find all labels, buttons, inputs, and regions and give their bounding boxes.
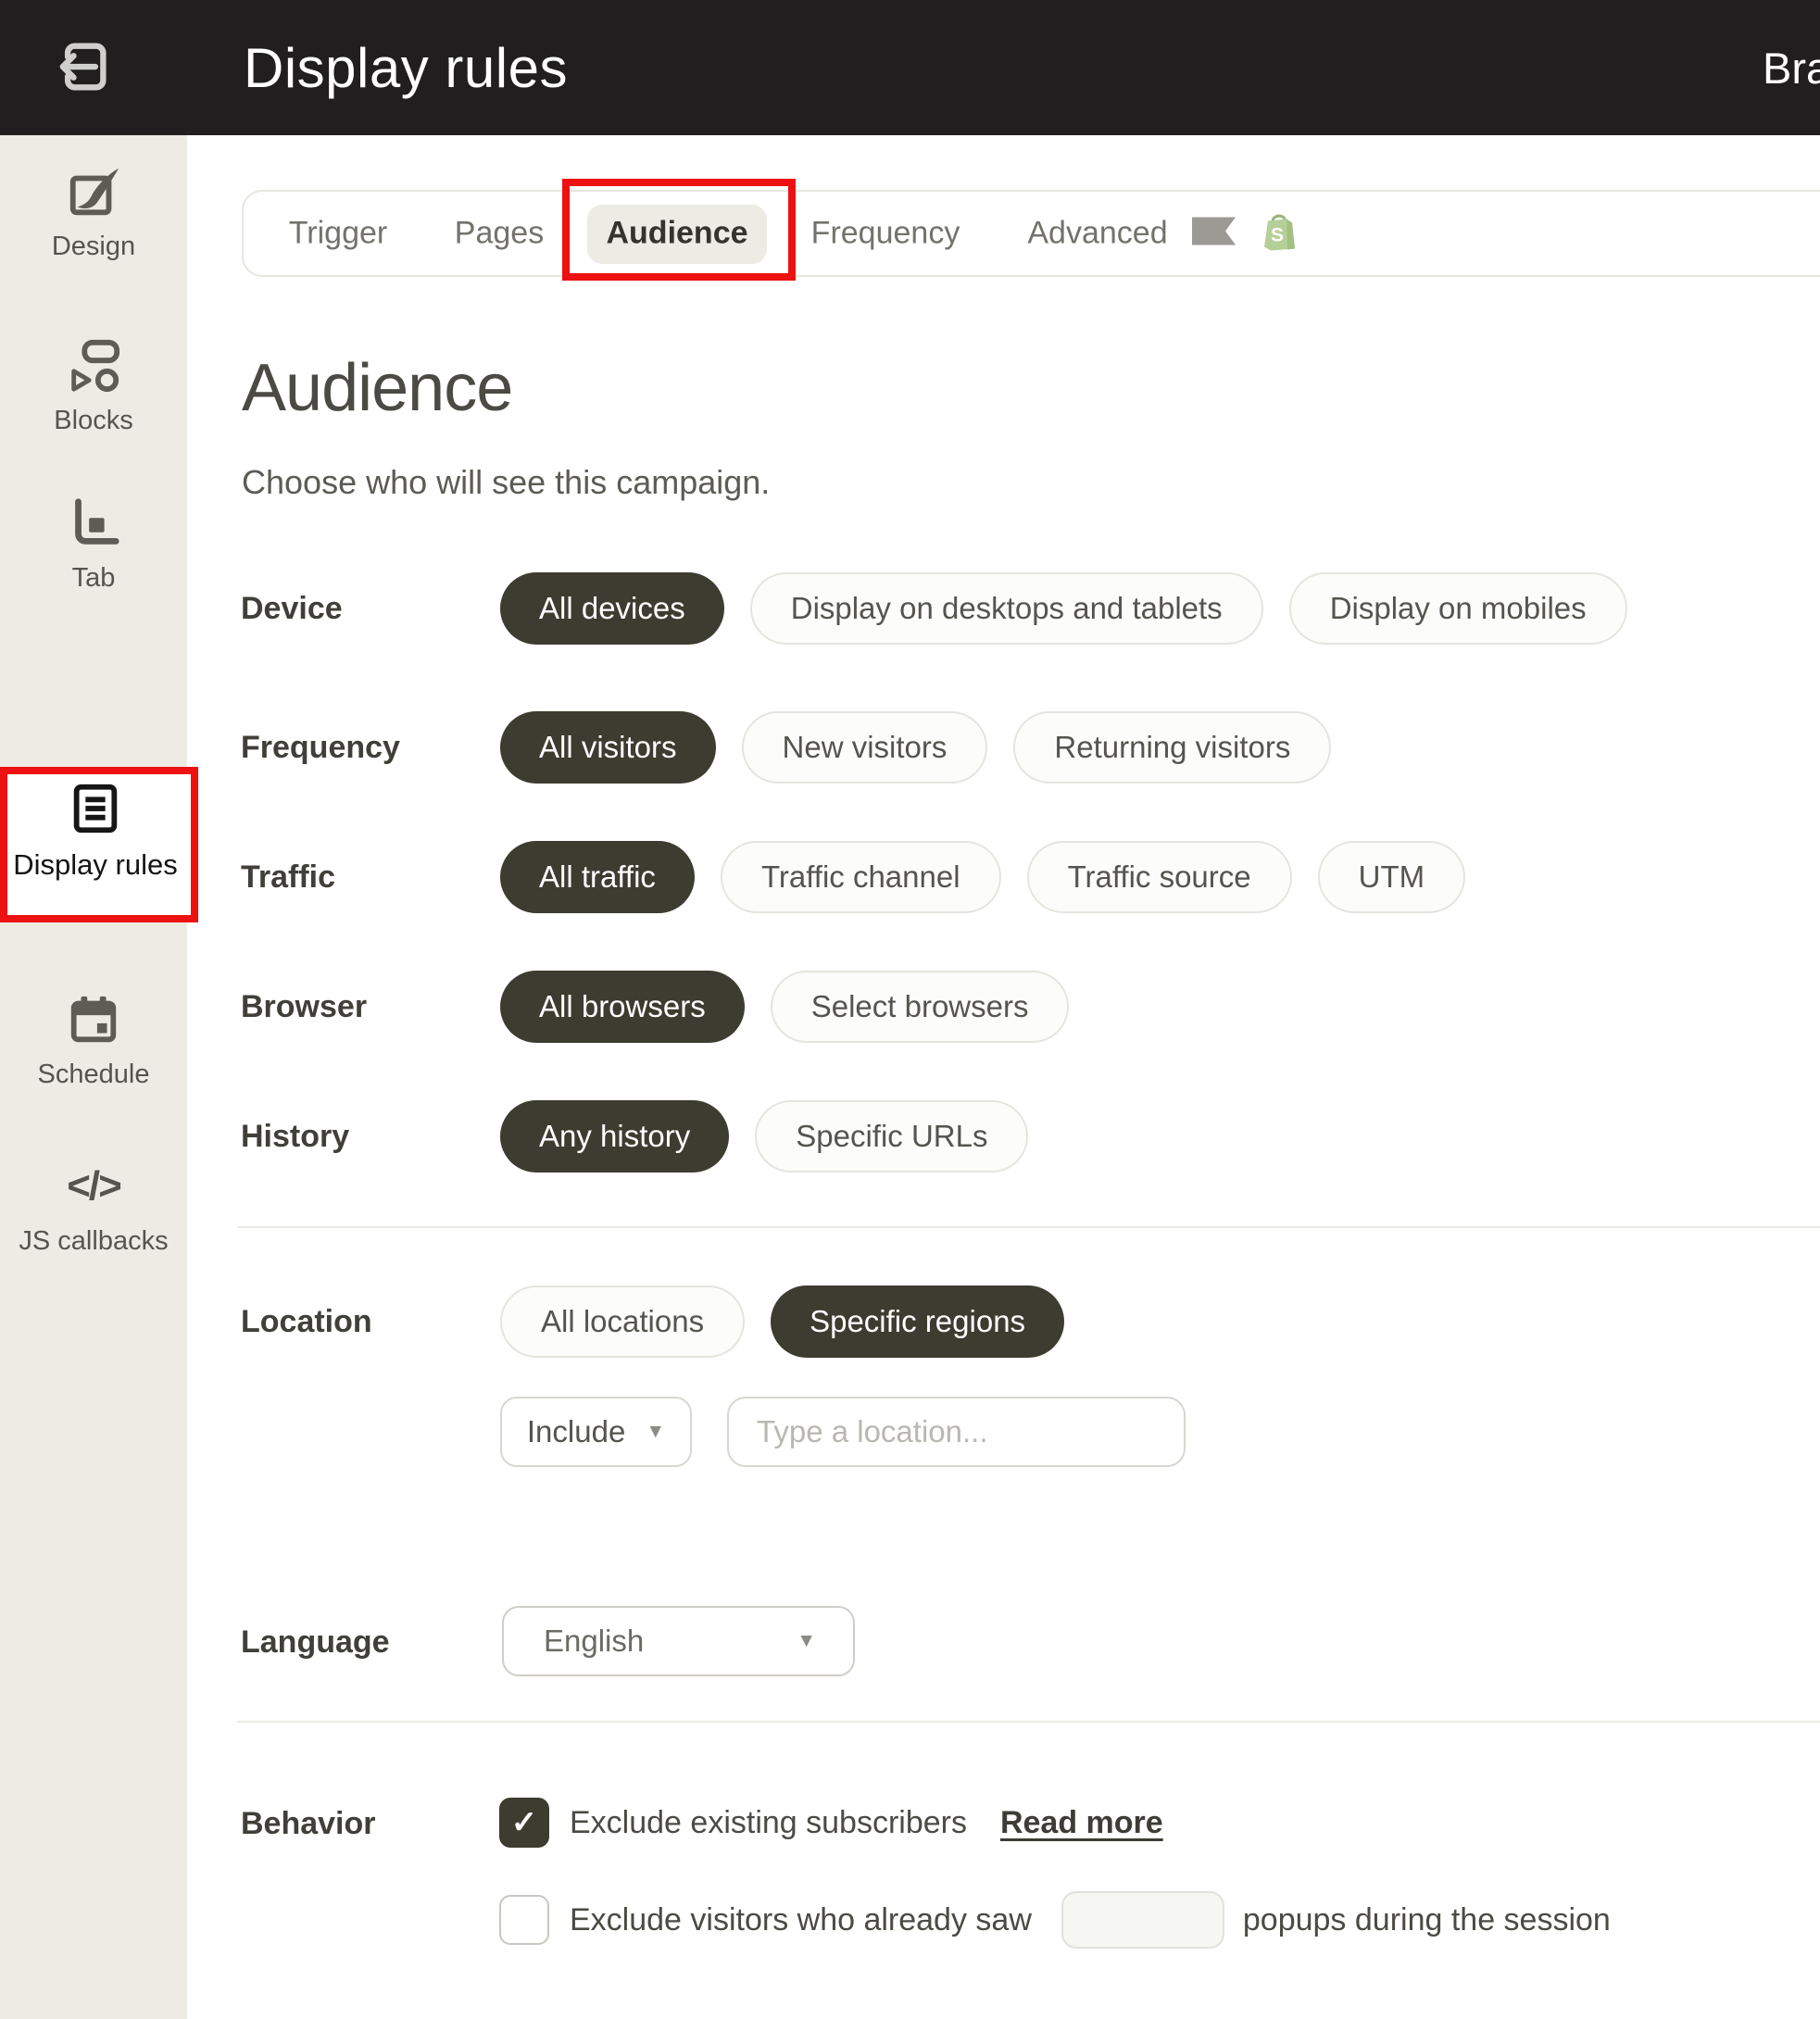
option-all-traffic[interactable]: All traffic — [500, 841, 695, 913]
history-row: History Any history Specific URLs — [241, 1100, 1028, 1173]
option-utm[interactable]: UTM — [1318, 841, 1465, 913]
browser-row: Browser All browsers Select browsers — [241, 971, 1069, 1043]
tab-audience[interactable]: Audience — [606, 216, 747, 252]
sidebar-item-schedule[interactable]: Schedule — [0, 991, 187, 1090]
option-any-history[interactable]: Any history — [500, 1100, 729, 1173]
tab-pages[interactable]: Pages — [455, 216, 544, 252]
exclude-subscribers-text: Exclude existing subscribers — [570, 1805, 967, 1841]
language-label: Language — [241, 1624, 500, 1661]
option-mobiles[interactable]: Display on mobiles — [1289, 572, 1627, 645]
option-traffic-channel[interactable]: Traffic channel — [721, 841, 1001, 913]
option-all-visitors[interactable]: All visitors — [500, 711, 716, 784]
browser-options: All browsers Select browsers — [500, 971, 1069, 1043]
page-title: Display rules — [244, 0, 568, 135]
top-header-bar: Display rules Bra — [0, 0, 1820, 135]
sidebar-item-label: Blocks — [0, 406, 187, 436]
history-options: Any history Specific URLs — [500, 1100, 1028, 1173]
traffic-row: Traffic All traffic Traffic channel Traf… — [241, 841, 1465, 913]
svg-text:S: S — [1271, 225, 1284, 246]
back-button[interactable] — [48, 35, 115, 102]
frequency-label: Frequency — [241, 730, 500, 766]
sidebar-item-design[interactable]: Design — [0, 163, 187, 262]
option-new-visitors[interactable]: New visitors — [742, 711, 988, 784]
location-search-input[interactable] — [727, 1397, 1186, 1467]
language-row: Language — [241, 1606, 500, 1678]
sidebar-item-display-rules[interactable]: Display rules — [0, 780, 191, 882]
language-dropdown[interactable]: English ▼ — [502, 1606, 855, 1676]
exit-back-icon — [50, 35, 113, 103]
section-subtitle: Choose who will see this campaign. — [242, 463, 770, 502]
frequency-row: Frequency All visitors New visitors Retu… — [241, 711, 1331, 784]
include-dropdown-value: Include — [527, 1414, 625, 1449]
sidebar-item-label: JS callbacks — [0, 1226, 187, 1257]
tab-corner-icon — [0, 495, 187, 552]
sidebar-item-blocks[interactable]: Blocks — [0, 337, 187, 436]
device-label: Device — [241, 591, 500, 627]
include-dropdown[interactable]: Include ▼ — [500, 1397, 692, 1467]
sidebar-item-js-callbacks[interactable]: </> JS callbacks — [0, 1158, 187, 1257]
tab-frequency[interactable]: Frequency — [811, 216, 960, 252]
traffic-options: All traffic Traffic channel Traffic sour… — [500, 841, 1465, 913]
location-filter-row: Include ▼ — [500, 1397, 1186, 1467]
design-brush-icon — [0, 163, 187, 220]
option-all-locations[interactable]: All locations — [500, 1285, 745, 1358]
exclude-saw-popups-checkbox[interactable] — [499, 1895, 549, 1945]
language-dropdown-value: English — [544, 1624, 644, 1659]
device-options: All devices Display on desktops and tabl… — [500, 572, 1627, 645]
option-all-browsers[interactable]: All browsers — [500, 971, 745, 1043]
divider — [237, 1721, 1820, 1723]
chevron-down-icon: ▼ — [797, 1630, 816, 1652]
display-rules-list-icon — [0, 780, 191, 837]
exclude-subscribers-row: ✓ Exclude existing subscribers Read more — [499, 1798, 1163, 1848]
traffic-label: Traffic — [241, 859, 500, 896]
sidebar-item-label: Design — [0, 232, 187, 262]
checkmark-icon: ✓ — [511, 1804, 538, 1841]
popup-count-input[interactable] — [1061, 1891, 1224, 1949]
sidebar-item-tab[interactable]: Tab — [0, 495, 187, 594]
tab-trigger[interactable]: Trigger — [289, 216, 387, 252]
account-name-truncated[interactable]: Bra — [1763, 0, 1820, 135]
shopify-bag-icon: S — [1261, 210, 1297, 257]
exclude-saw-popups-row: Exclude visitors who already saw popups … — [499, 1891, 1611, 1949]
location-label: Location — [241, 1304, 500, 1340]
location-row: Location All locations Specific regions — [241, 1285, 1064, 1358]
tab-advanced[interactable]: Advanced — [1027, 216, 1167, 252]
exclude-saw-suffix-text: popups during the session — [1243, 1902, 1611, 1938]
section-title: Audience — [242, 350, 512, 426]
settings-tab-bar: Trigger Pages Audience Frequency Advance… — [242, 190, 1820, 277]
left-sidebar: Design Blocks Tab — [0, 135, 187, 2019]
device-row: Device All devices Display on desktops a… — [241, 572, 1627, 645]
schedule-calendar-icon — [0, 991, 187, 1048]
divider — [237, 1226, 1820, 1228]
option-traffic-source[interactable]: Traffic source — [1027, 841, 1292, 913]
option-returning-visitors[interactable]: Returning visitors — [1013, 711, 1331, 784]
option-select-browsers[interactable]: Select browsers — [771, 971, 1070, 1043]
location-options: All locations Specific regions — [500, 1285, 1064, 1358]
blocks-shapes-icon — [0, 337, 187, 395]
behavior-label: Behavior — [241, 1806, 376, 1842]
browser-label: Browser — [241, 989, 500, 1025]
history-label: History — [241, 1119, 500, 1155]
read-more-link[interactable]: Read more — [1000, 1805, 1163, 1841]
chevron-down-icon: ▼ — [646, 1421, 665, 1443]
sidebar-item-label: Tab — [0, 563, 187, 594]
option-specific-regions[interactable]: Specific regions — [771, 1285, 1064, 1358]
exclude-saw-prefix-text: Exclude visitors who already saw — [570, 1902, 1032, 1938]
display-rules-page: Display rules Bra Design Blocks — [0, 0, 1820, 2019]
option-all-devices[interactable]: All devices — [500, 572, 724, 645]
option-desktops-tablets[interactable]: Display on desktops and tablets — [750, 572, 1263, 645]
exclude-subscribers-checkbox[interactable]: ✓ — [499, 1798, 549, 1848]
code-icon: </> — [0, 1158, 187, 1215]
sidebar-item-label: Display rules — [0, 848, 191, 882]
flag-badge-icon — [1192, 218, 1236, 250]
sidebar-item-label: Schedule — [0, 1060, 187, 1090]
frequency-options: All visitors New visitors Returning visi… — [500, 711, 1331, 784]
sidebar-item-label: Goal — [0, 889, 187, 920]
option-specific-urls[interactable]: Specific URLs — [755, 1100, 1028, 1173]
